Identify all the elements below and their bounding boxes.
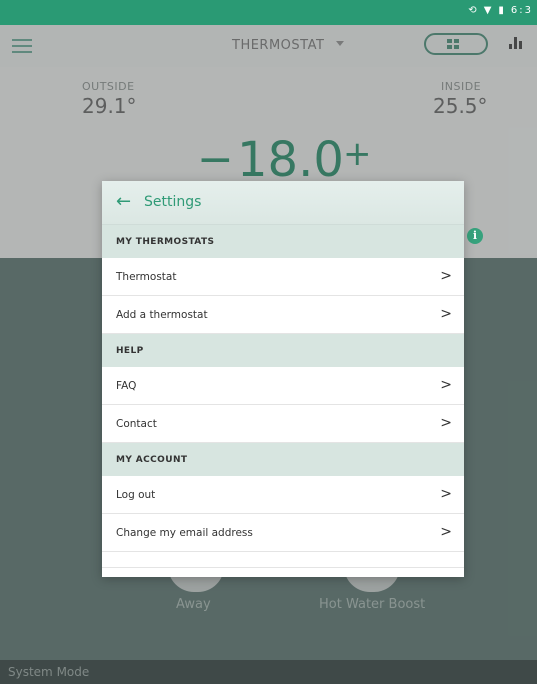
menu-item-label: Log out bbox=[116, 488, 156, 501]
chevron-right-icon: > bbox=[440, 377, 452, 393]
status-icons: ⟲ ▼ ▮ 6:3 bbox=[468, 5, 533, 16]
menu-item-change-email[interactable]: Change my email address > bbox=[102, 514, 464, 552]
menu-item-faq[interactable]: FAQ > bbox=[102, 367, 464, 405]
section-header-my-thermostats: MY THERMOSTATS bbox=[102, 225, 464, 258]
chevron-right-icon: > bbox=[440, 268, 452, 284]
wifi-icon: ▼ bbox=[483, 5, 494, 16]
sync-icon: ⟲ bbox=[468, 5, 479, 16]
menu-item-label: Add a thermostat bbox=[116, 308, 208, 321]
menu-item-partial[interactable] bbox=[102, 552, 464, 568]
settings-dialog: ← Settings MY THERMOSTATS Thermostat > A… bbox=[102, 181, 464, 577]
menu-item-add-thermostat[interactable]: Add a thermostat > bbox=[102, 296, 464, 334]
dialog-header: ← Settings bbox=[102, 181, 464, 225]
menu-item-label: Change my email address bbox=[116, 526, 253, 539]
menu-item-label: Thermostat bbox=[116, 270, 177, 283]
chevron-right-icon: > bbox=[440, 415, 452, 431]
menu-item-label: Contact bbox=[116, 417, 157, 430]
chevron-right-icon: > bbox=[440, 486, 452, 502]
menu-item-contact[interactable]: Contact > bbox=[102, 405, 464, 443]
section-header-my-account: MY ACCOUNT bbox=[102, 443, 464, 476]
chevron-right-icon: > bbox=[440, 524, 452, 540]
battery-icon: ▮ bbox=[498, 5, 506, 16]
info-icon[interactable]: i bbox=[467, 228, 483, 244]
back-arrow-icon[interactable]: ← bbox=[116, 193, 131, 211]
menu-item-label: FAQ bbox=[116, 379, 137, 392]
section-header-help: HELP bbox=[102, 334, 464, 367]
status-bar: ⟲ ▼ ▮ 6:3 bbox=[0, 0, 537, 25]
menu-item-thermostat[interactable]: Thermostat > bbox=[102, 258, 464, 296]
chevron-right-icon: > bbox=[440, 306, 452, 322]
status-time: 6:3 bbox=[510, 5, 533, 16]
dialog-title: Settings bbox=[144, 194, 202, 210]
menu-item-log-out[interactable]: Log out > bbox=[102, 476, 464, 514]
